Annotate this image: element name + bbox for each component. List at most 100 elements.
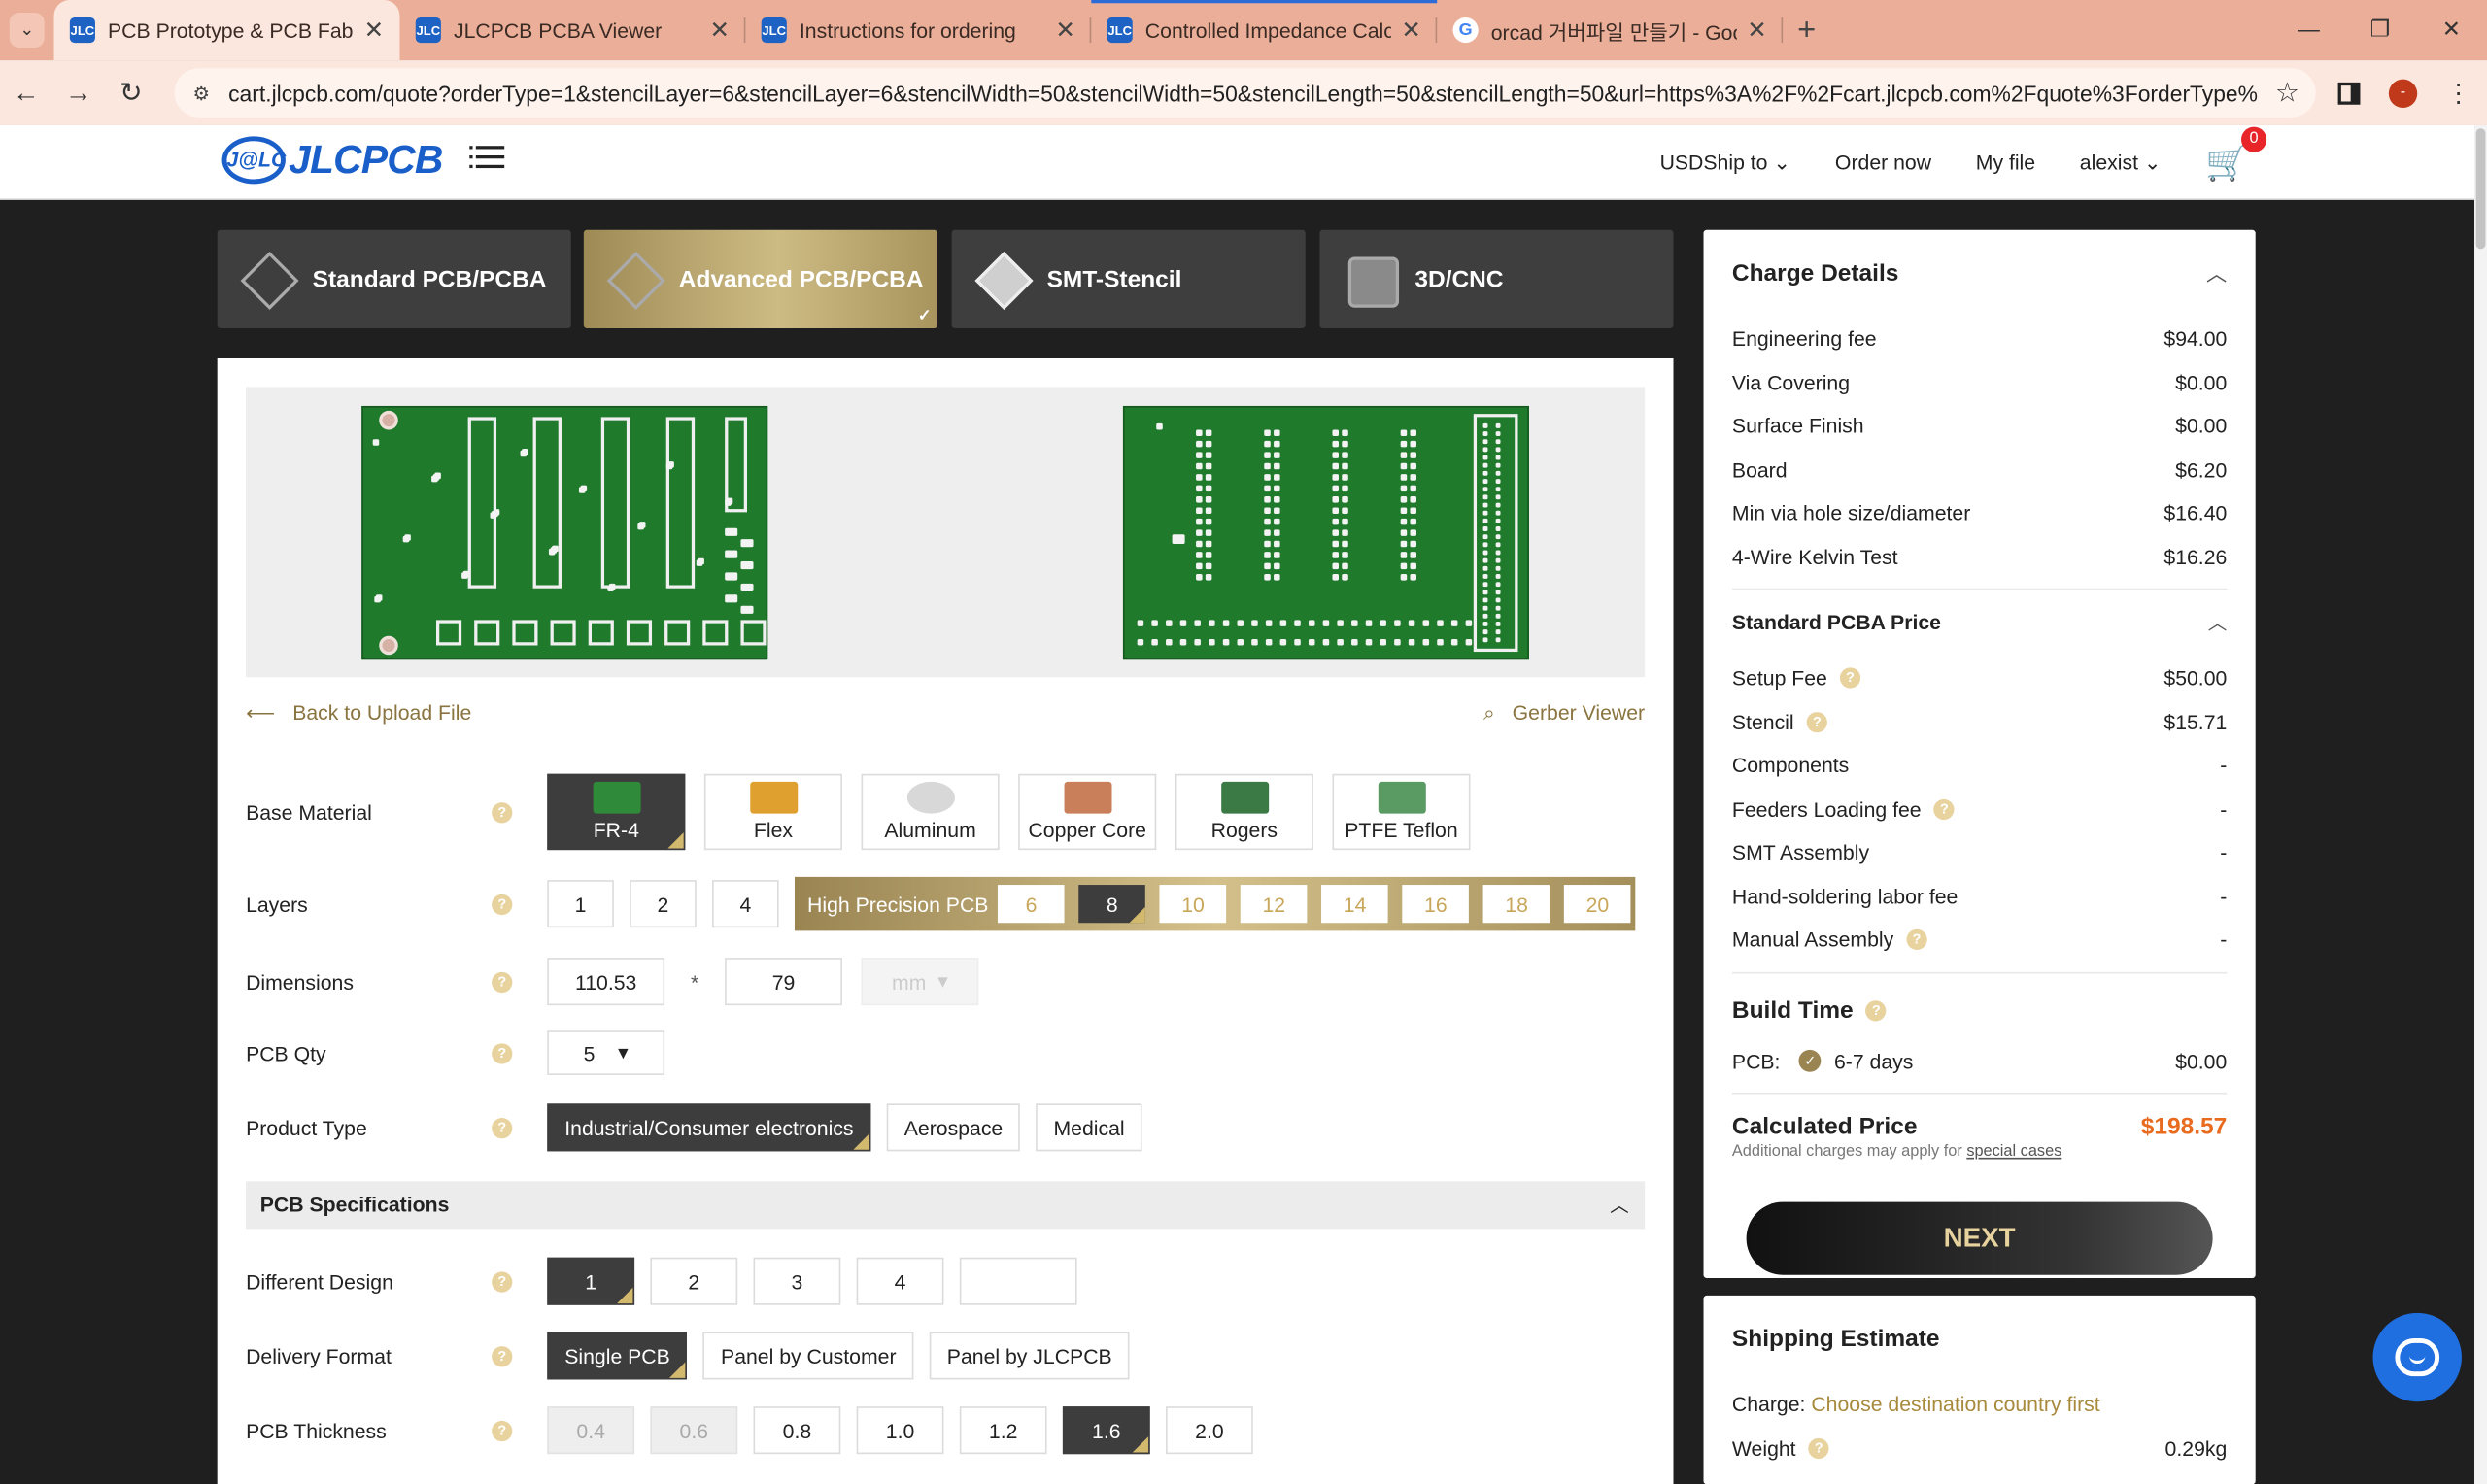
back-to-upload-link[interactable]: ⟵ Back to Upload File [246, 701, 471, 726]
browser-tab-5[interactable]: G orcad 거버파일 만들기 - Goog ✕ [1437, 0, 1784, 60]
bookmark-star-icon[interactable]: ☆ [2259, 77, 2316, 109]
browser-tab-3[interactable]: JLC Instructions for ordering ✕ [745, 0, 1092, 60]
help-icon[interactable]: ? [492, 1420, 513, 1441]
help-icon[interactable]: ? [1906, 929, 1927, 951]
layer-option[interactable]: 8 [1078, 885, 1146, 924]
close-tab-icon[interactable]: ✕ [1747, 16, 1767, 45]
pcb-top-preview-image[interactable] [361, 405, 768, 660]
help-icon[interactable]: ? [1865, 1000, 1887, 1022]
help-icon[interactable]: ? [1933, 798, 1955, 820]
material-fr4[interactable]: FR-4 [547, 773, 686, 851]
minimize-icon[interactable]: — [2273, 0, 2344, 60]
site-settings-icon[interactable]: ⚙ [175, 82, 229, 104]
thickness-option[interactable]: 2.0 [1166, 1406, 1253, 1455]
page-scrollbar[interactable] [2474, 124, 2487, 1484]
special-cases-link[interactable]: special cases [1966, 1143, 2061, 1161]
tab-standard-pcb[interactable]: Standard PCB/PCBA [217, 229, 571, 328]
delivery-panel-jlcpcb[interactable]: Panel by JLCPCB [929, 1332, 1130, 1380]
close-tab-icon[interactable]: ✕ [1401, 16, 1421, 45]
product-type-aerospace[interactable]: Aerospace [886, 1103, 1021, 1152]
thickness-option[interactable]: 1.0 [856, 1406, 944, 1455]
live-chat-button[interactable] [2372, 1312, 2462, 1402]
pcba-price-header[interactable]: Standard PCBA Price ︿ [1732, 599, 2227, 647]
help-icon[interactable]: ? [492, 1117, 513, 1138]
close-window-icon[interactable]: ✕ [2416, 0, 2487, 60]
more-menu-icon[interactable]: ⋮ [2446, 77, 2471, 109]
material-ptfe[interactable]: PTFE Teflon [1332, 773, 1471, 851]
tab-search-button[interactable]: ⌄ [0, 0, 54, 60]
layer-option[interactable]: 1 [547, 880, 614, 928]
browser-tab-2[interactable]: JLC JLCPCB PCBA Viewer ✕ [399, 0, 746, 60]
thickness-option[interactable]: 1.2 [959, 1406, 1047, 1455]
close-tab-icon[interactable]: ✕ [710, 16, 731, 45]
pcb-qty-select[interactable]: 5 ▾ [547, 1030, 665, 1075]
side-panel-icon[interactable] [2337, 82, 2361, 104]
layer-option[interactable]: 16 [1402, 885, 1470, 924]
jlcpcb-logo[interactable]: J@LC JLCPCB [221, 136, 443, 185]
delivery-single-pcb[interactable]: Single PCB [547, 1332, 688, 1380]
pcb-days[interactable]: 6-7 days [1834, 1049, 1913, 1072]
layer-option[interactable]: 20 [1564, 885, 1631, 924]
help-icon[interactable]: ? [492, 1042, 513, 1063]
material-rogers[interactable]: Rogers [1175, 773, 1313, 851]
tab-advanced-pcb[interactable]: Advanced PCB/PCBA ✓ [583, 229, 937, 328]
currency-ship-selector[interactable]: USDShip to ⌄ [1660, 150, 1791, 175]
profile-avatar[interactable]: - [2388, 78, 2418, 108]
charge-details-header[interactable]: Charge Details ︿ [1732, 230, 2227, 318]
pcb-specifications-header[interactable]: PCB Specifications ︿ [246, 1181, 1646, 1230]
width-input[interactable]: 110.53 [547, 958, 665, 1006]
close-tab-icon[interactable]: ✕ [364, 16, 385, 45]
cart-icon[interactable]: 🛒 0 [2205, 125, 2267, 183]
design-option[interactable]: 3 [753, 1257, 841, 1305]
browser-tab-4[interactable]: JLC Controlled Impedance Calcula ✕ [1091, 0, 1438, 60]
layer-option[interactable]: 2 [630, 880, 697, 928]
new-tab-button[interactable]: + [1783, 0, 1830, 60]
help-icon[interactable]: ? [492, 894, 513, 915]
choose-country-link[interactable]: Choose destination country first [1811, 1393, 2099, 1416]
next-button[interactable]: NEXT [1746, 1201, 2213, 1275]
help-icon[interactable]: ? [492, 1345, 513, 1366]
help-icon[interactable]: ? [492, 801, 513, 823]
url-text[interactable]: cart.jlcpcb.com/quote?orderType=1&stenci… [228, 80, 2259, 105]
my-file-link[interactable]: My file [1976, 151, 2035, 174]
close-tab-icon[interactable]: ✕ [1055, 16, 1075, 45]
pcb-bottom-preview-image[interactable] [1122, 405, 1529, 660]
delivery-panel-customer[interactable]: Panel by Customer [703, 1332, 914, 1380]
product-type-medical[interactable]: Medical [1036, 1103, 1142, 1152]
design-custom-input[interactable] [959, 1257, 1077, 1305]
height-input[interactable]: 79 [725, 958, 842, 1006]
back-arrow-icon[interactable]: ← [0, 77, 52, 109]
reload-icon[interactable]: ↻ [105, 77, 157, 109]
hamburger-menu-icon[interactable] [469, 146, 505, 174]
help-icon[interactable]: ? [1806, 711, 1827, 732]
thickness-option[interactable]: 0.8 [753, 1406, 841, 1455]
layer-option[interactable]: 14 [1321, 885, 1388, 924]
design-option[interactable]: 2 [650, 1257, 738, 1305]
help-icon[interactable]: ? [1839, 667, 1861, 689]
layer-option[interactable]: 4 [712, 880, 779, 928]
user-menu[interactable]: alexist ⌄ [2080, 150, 2162, 175]
forward-arrow-icon[interactable]: → [52, 77, 105, 109]
material-copper-core[interactable]: Copper Core [1018, 773, 1157, 851]
layer-option[interactable]: 12 [1241, 885, 1308, 924]
gerber-viewer-link[interactable]: ⌕ Gerber Viewer [1483, 701, 1645, 726]
material-aluminum[interactable]: Aluminum [861, 773, 1000, 851]
layer-option[interactable]: 18 [1482, 885, 1550, 924]
design-option[interactable]: 4 [856, 1257, 944, 1305]
url-field[interactable]: ⚙ cart.jlcpcb.com/quote?orderType=1&sten… [174, 68, 2316, 118]
help-icon[interactable]: ? [492, 1270, 513, 1292]
restore-icon[interactable]: ❐ [2344, 0, 2415, 60]
scrollbar-thumb[interactable] [2475, 128, 2486, 250]
thickness-option[interactable]: 1.6 [1062, 1406, 1150, 1455]
help-icon[interactable]: ? [492, 971, 513, 993]
material-flex[interactable]: Flex [703, 773, 842, 851]
product-type-industrial[interactable]: Industrial/Consumer electronics [547, 1103, 871, 1152]
layer-option[interactable]: 10 [1159, 885, 1227, 924]
layer-option[interactable]: 6 [998, 885, 1065, 924]
browser-tab-1[interactable]: JLC PCB Prototype & PCB Fabricati ✕ [53, 0, 400, 61]
order-now-link[interactable]: Order now [1835, 151, 1931, 174]
tab-smt-stencil[interactable]: SMT-Stencil [951, 229, 1306, 328]
help-icon[interactable]: ? [1808, 1437, 1829, 1459]
design-option[interactable]: 1 [547, 1257, 635, 1305]
tab-3d-cnc[interactable]: 3D/CNC [1319, 229, 1674, 328]
